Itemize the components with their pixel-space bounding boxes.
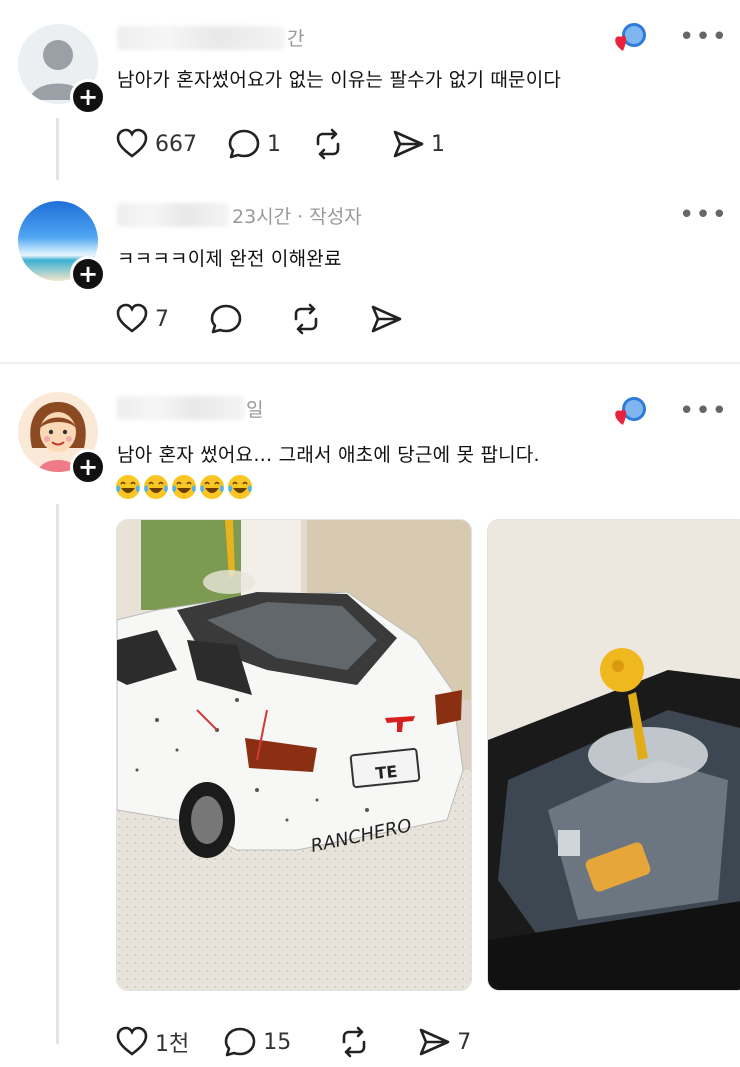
send-icon	[393, 130, 424, 158]
thread-line	[56, 118, 59, 180]
tears-of-joy-icon	[116, 475, 140, 499]
post-photo-1[interactable]: TE RANCHERO	[116, 519, 472, 991]
follow-button[interactable]: +	[70, 79, 106, 115]
comment-icon	[224, 1027, 256, 1057]
tears-of-joy-icon	[228, 475, 252, 499]
license-plate-text: TE	[375, 762, 399, 783]
tears-of-joy-icon	[144, 475, 168, 499]
send-icon	[419, 1028, 450, 1056]
heart-icon	[116, 128, 148, 158]
timestamp: 간	[287, 28, 305, 50]
comment-icon	[210, 304, 242, 334]
username[interactable]	[117, 26, 285, 50]
heart-badge-icon	[615, 397, 646, 425]
reply-count: 15	[263, 1029, 292, 1055]
post-text: 남아 혼자 썼어요… 그래서 애초에 당근에 못 팝니다.	[117, 444, 540, 466]
send-icon	[371, 305, 402, 333]
toy-car-rear-photo: TE RANCHERO	[117, 520, 471, 990]
like-button[interactable]: 667	[115, 127, 197, 161]
toy-car-sunroof-photo	[488, 520, 740, 990]
post-text: ㅋㅋㅋㅋ이제 완전 이해완료	[117, 248, 342, 270]
more-icon[interactable]: •••	[679, 24, 728, 50]
action-bar: 7	[115, 302, 433, 336]
post-3: + 일 ••• 남아 혼자 썼어요… 그래서 애초에 당근에 못 팝니다. TE…	[0, 364, 740, 1067]
action-bar: 667 1 1	[115, 127, 475, 161]
repost-button[interactable]	[311, 127, 345, 161]
thread-line	[56, 504, 59, 1044]
timestamp: 23시간 · 작성자	[232, 206, 362, 228]
post-photo-2[interactable]	[487, 519, 740, 991]
share-button[interactable]: 1	[391, 127, 445, 161]
heart-icon	[116, 303, 148, 333]
action-bar: 1천 15 7	[115, 1025, 501, 1059]
comment-icon	[228, 129, 260, 159]
username[interactable]	[117, 396, 245, 420]
repost-button[interactable]	[337, 1025, 371, 1059]
reply-button[interactable]	[209, 302, 243, 336]
heart-badge-icon	[615, 23, 646, 51]
share-button[interactable]: 7	[417, 1025, 471, 1059]
tears-of-joy-icon	[200, 475, 224, 499]
follow-button[interactable]: +	[70, 256, 106, 292]
like-count: 667	[155, 131, 197, 157]
post-1: + 간 ••• 남아가 혼자썼어요가 없는 이유는 팔수가 없기 때문이다 66…	[0, 0, 740, 190]
like-count: 1천	[155, 1032, 190, 1057]
post-2: + 23시간 · 작성자 ••• ㅋㅋㅋㅋ이제 완전 이해완료 7	[0, 190, 740, 360]
more-icon[interactable]: •••	[679, 398, 728, 424]
share-count: 7	[457, 1029, 472, 1055]
repost-icon	[342, 1026, 366, 1058]
reply-count: 1	[267, 131, 281, 157]
timestamp: 일	[246, 399, 264, 421]
post-text: 남아가 혼자썼어요가 없는 이유는 팔수가 없기 때문이다	[117, 69, 562, 91]
like-button[interactable]: 7	[115, 302, 169, 336]
like-button[interactable]: 1천	[115, 1025, 189, 1059]
emoji-row	[115, 474, 255, 500]
repost-icon	[316, 128, 340, 160]
repost-button[interactable]	[289, 302, 323, 336]
reply-button[interactable]: 15	[223, 1025, 291, 1059]
repost-icon	[294, 303, 318, 335]
reply-button[interactable]: 1	[227, 127, 281, 161]
share-button[interactable]	[369, 302, 403, 336]
tears-of-joy-icon	[172, 475, 196, 499]
follow-button[interactable]: +	[70, 449, 106, 485]
like-count: 7	[155, 306, 169, 332]
share-count: 1	[431, 131, 445, 157]
heart-icon	[116, 1026, 148, 1056]
username[interactable]	[117, 203, 229, 227]
more-icon[interactable]: •••	[679, 202, 728, 228]
